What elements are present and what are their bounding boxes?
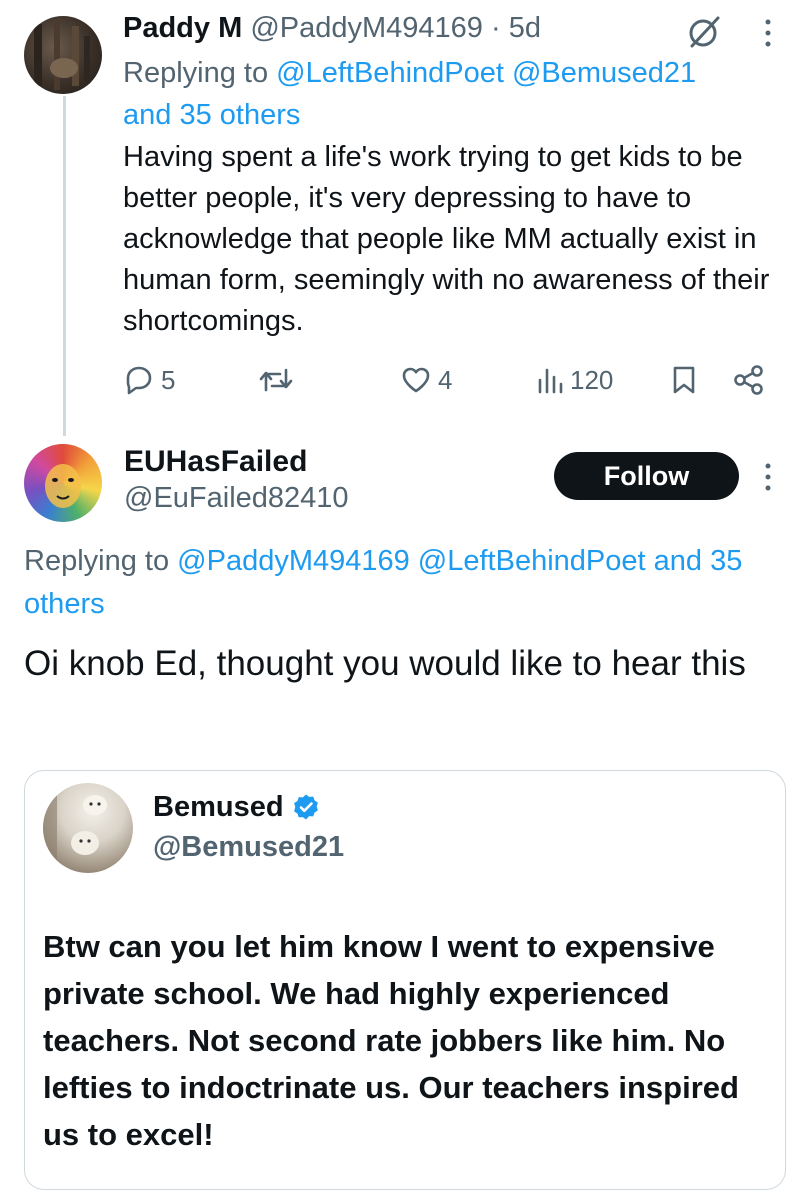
quoted-author-handle[interactable]: @Bemused21 [153, 827, 344, 867]
quoted-tweet-card[interactable]: Bemused @Bemused21 Btw can you let him k… [24, 770, 786, 1190]
reply-others-link[interactable]: and 35 others [123, 99, 300, 131]
views-icon [538, 368, 563, 394]
grok-icon[interactable] [686, 14, 722, 50]
share-icon [734, 365, 763, 395]
tweet1-action-bar: 5 4 120 [123, 360, 783, 400]
avatar-euhasfailed[interactable] [24, 444, 102, 522]
verified-badge-icon [293, 794, 318, 820]
replying-to-label: Replying to [24, 545, 178, 577]
more-vertical-icon[interactable] [757, 16, 779, 50]
tweet2-replying-to: Replying to @PaddyM494169 @LeftBehindPoe… [24, 540, 809, 626]
like-count: 4 [438, 364, 453, 395]
like-button[interactable]: 4 [400, 360, 452, 400]
replying-to-label: Replying to [123, 57, 277, 89]
reply-mentions-link[interactable]: @PaddyM494169 @LeftBehindPoet and 35 [177, 545, 742, 577]
follow-button[interactable]: Follow [554, 452, 739, 500]
views-count: 120 [570, 364, 614, 395]
avatar-bemused[interactable] [43, 783, 133, 873]
tweet1-header: Paddy M @PaddyM494169 · 5d [123, 10, 541, 46]
quoted-tweet-text: Btw can you let him know I went to expen… [43, 929, 739, 1152]
repost-button[interactable] [258, 360, 294, 400]
tweet1-text: Having spent a life's work trying to get… [123, 141, 770, 337]
reply-icon [126, 366, 152, 395]
quoted-author-name-text: Bemused [153, 791, 284, 823]
thread-connector [63, 96, 66, 436]
reply-count: 5 [161, 364, 176, 395]
repost-icon [259, 368, 293, 392]
tweet2-text: Oi knob Ed, thought you would like to he… [24, 644, 746, 683]
reply-button[interactable]: 5 [123, 360, 175, 400]
tweet1-separator: · [482, 12, 509, 44]
avatar-paddy-m[interactable] [24, 16, 102, 94]
tweet2-author-name[interactable]: EUHasFailed [124, 444, 307, 480]
tweet-thread: Paddy M @PaddyM494169 · 5d Replying to @… [0, 0, 809, 1200]
tweet1-author-handle[interactable]: @PaddyM494169 [250, 12, 483, 44]
more-vertical-icon[interactable] [757, 460, 779, 494]
heart-icon [402, 367, 430, 393]
share-button[interactable] [733, 360, 765, 400]
quoted-author-name[interactable]: Bemused [153, 787, 320, 827]
tweet1-timestamp[interactable]: 5d [509, 12, 541, 44]
tweet2-author-handle[interactable]: @EuFailed82410 [124, 480, 349, 516]
bookmark-button[interactable] [670, 360, 698, 400]
reply-others-link[interactable]: others [24, 588, 105, 620]
views-button[interactable]: 120 [536, 360, 613, 400]
bookmark-icon [673, 366, 695, 394]
tweet1-author-name[interactable]: Paddy M [123, 12, 242, 44]
tweet1-replying-to: Replying to @LeftBehindPoet @Bemused21 a… [123, 52, 763, 136]
reply-mentions-link[interactable]: @LeftBehindPoet @Bemused21 [276, 57, 696, 89]
